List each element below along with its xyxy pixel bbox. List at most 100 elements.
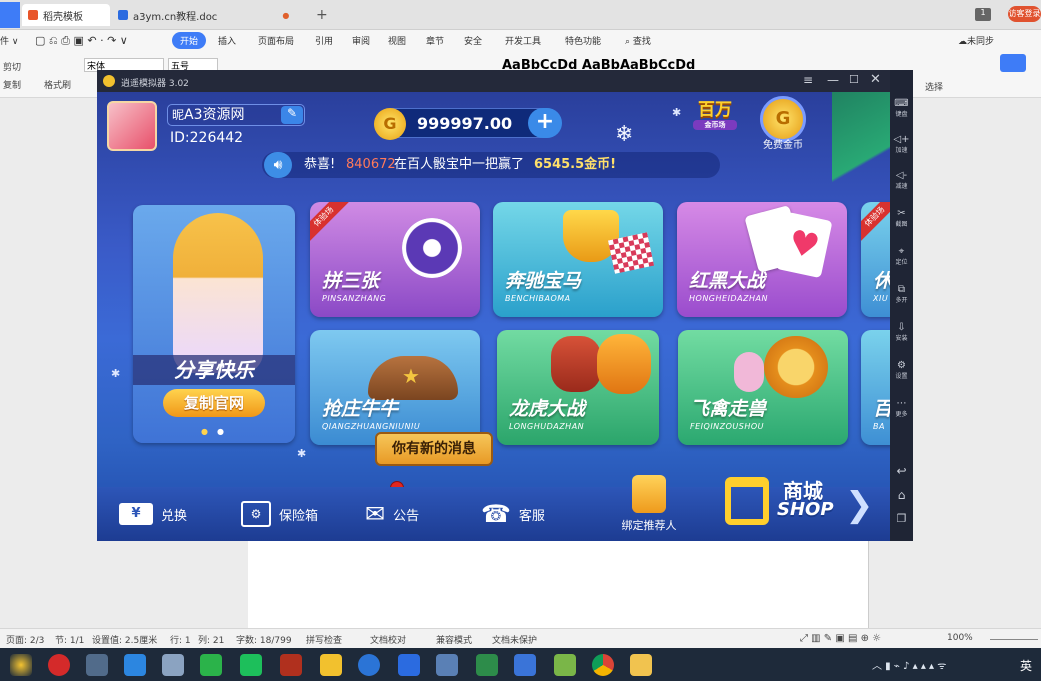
- tab-insert[interactable]: 插入: [218, 34, 236, 47]
- add-coins-button[interactable]: +: [528, 108, 562, 138]
- copy-website-button[interactable]: 复制官网: [163, 389, 265, 417]
- game-card-pinsanzhang[interactable]: 体验场 拼三张 PINSANZHANG: [310, 202, 480, 317]
- cloud-app-taskbar-icon[interactable]: [514, 654, 536, 676]
- tab-features[interactable]: 特色功能: [565, 34, 601, 47]
- game-app-icon[interactable]: [280, 654, 302, 676]
- maximize-icon[interactable]: ☐: [849, 73, 859, 86]
- home-icon[interactable]: ⌂: [890, 488, 913, 502]
- game-card-feiqinzoushou[interactable]: 飞禽走兽 FEIQINZOUSHOU: [678, 330, 848, 445]
- location-tool[interactable]: ⌖ 定位: [890, 246, 913, 266]
- new-tab-button[interactable]: +: [310, 4, 332, 26]
- customer-service-button[interactable]: ☎ 客服: [481, 487, 545, 541]
- window-count-badge[interactable]: 1: [975, 8, 991, 21]
- poker-chip-icon: [402, 218, 462, 278]
- tab-view[interactable]: 视图: [388, 34, 406, 47]
- carousel-dot[interactable]: ●: [217, 427, 224, 436]
- k-app-icon[interactable]: [358, 654, 380, 676]
- document-page[interactable]: [248, 540, 868, 628]
- location-pin-icon: ⌖: [898, 246, 905, 257]
- folder-icon[interactable]: [630, 654, 652, 676]
- chrome-icon[interactable]: [592, 654, 614, 676]
- keyboard-icon: ⌨: [894, 98, 909, 109]
- avatar[interactable]: [107, 101, 157, 151]
- search-button[interactable]: ⌕ 查找: [625, 34, 651, 47]
- page-indicator[interactable]: 页面: 2/3: [6, 633, 44, 646]
- settings-tool[interactable]: ⚙ 设置: [890, 360, 913, 380]
- start-icon[interactable]: [10, 654, 32, 676]
- game-card-qiangzhuangniuniu[interactable]: ★ 抢庄牛牛 QIANGZHUANGNIUNIU: [310, 330, 480, 445]
- back-icon[interactable]: ↩: [890, 464, 913, 478]
- keyboard-tool[interactable]: ⌨ 键盘: [890, 98, 913, 118]
- shop-button[interactable]: 商城 SHOP ❯: [725, 473, 885, 539]
- close-tab-icon[interactable]: ●: [282, 11, 289, 20]
- zoom-level[interactable]: 100%: [947, 633, 973, 643]
- wechat-icon[interactable]: [200, 654, 222, 676]
- new-message-bubble[interactable]: 你有新的消息: [375, 432, 493, 466]
- tab-references[interactable]: 引用: [315, 34, 333, 47]
- install-tool[interactable]: ⇩ 安装: [890, 322, 913, 342]
- notepad-icon[interactable]: [436, 654, 458, 676]
- zoom-slider[interactable]: [990, 639, 1038, 640]
- cloud-sync[interactable]: ☁未同步: [958, 34, 994, 47]
- select-button[interactable]: 选择: [925, 80, 943, 93]
- screenshot-tool[interactable]: ✂ 截图: [890, 208, 913, 228]
- sidebar-label: 加速: [895, 147, 908, 154]
- game-title: 拼三张: [322, 270, 380, 292]
- video-player-icon[interactable]: [240, 654, 262, 676]
- close-icon[interactable]: ✕: [870, 72, 881, 87]
- cloud-app-icon[interactable]: [1000, 54, 1026, 72]
- android-icon[interactable]: [554, 654, 576, 676]
- tab-document[interactable]: a3ym.cn教程.doc ●: [112, 4, 302, 26]
- promo-banner[interactable]: 分享快乐 复制官网 ● ●: [133, 205, 295, 443]
- edit-name-button[interactable]: ✎: [281, 106, 303, 124]
- game-card-longhudazhan[interactable]: 龙虎大战 LONGHUDAZHAN: [497, 330, 659, 445]
- volume-down-tool[interactable]: ◁- 减速: [890, 170, 913, 190]
- home-tab[interactable]: [0, 2, 20, 28]
- format-painter-button[interactable]: 格式刷: [44, 78, 71, 91]
- proofread-button[interactable]: 文档校对: [370, 633, 406, 646]
- game-card-xiu[interactable]: 体验场 休 XIU: [861, 202, 890, 317]
- free-coins-button[interactable]: G 免费金币: [753, 96, 813, 154]
- game-card-benchibaoma[interactable]: 奔驰宝马 BENCHIBAOMA: [493, 202, 663, 317]
- tab-docer-template[interactable]: 稻壳模板: [22, 4, 110, 26]
- safe-button[interactable]: ⚙ 保险箱: [241, 487, 318, 541]
- tab-review[interactable]: 审阅: [352, 34, 370, 47]
- doc-protect-button[interactable]: 文档未保护: [492, 633, 537, 646]
- million-button[interactable]: 百万 金币场: [693, 100, 737, 148]
- ime-indicator[interactable]: 英: [1020, 657, 1032, 674]
- emulator-window: 逍遥模拟器 3.02 ≡ — ☐ ✕ « ✱ ✱ ✱ ❄ 昵A3资源网 ✎ ID…: [97, 70, 913, 541]
- emulator-app-icon[interactable]: [320, 654, 342, 676]
- wps-writer-icon[interactable]: [398, 654, 420, 676]
- recent-apps-icon[interactable]: ❐: [890, 512, 913, 525]
- announcement-button[interactable]: ✉ 公告: [365, 487, 419, 541]
- system-tray-icons[interactable]: ︿ ▮ ⌁ ♪ ▴ ▴ ▴ ᯤ: [872, 657, 946, 672]
- monitor-icon[interactable]: [162, 654, 184, 676]
- more-tool[interactable]: ⋯ 更多: [890, 398, 913, 418]
- game-card-hongheidazhan[interactable]: ♥ 红黑大战 HONGHEIDAZHAN: [677, 202, 847, 317]
- file-menu[interactable]: 件 ∨: [0, 34, 18, 47]
- spreadsheet-icon[interactable]: [476, 654, 498, 676]
- tab-chapter[interactable]: 章节: [426, 34, 444, 47]
- word-count[interactable]: 字数: 18/799: [236, 633, 292, 646]
- carousel-dot-active[interactable]: ●: [201, 427, 208, 436]
- menu-icon[interactable]: ≡: [803, 73, 813, 87]
- netease-music-icon[interactable]: [48, 654, 70, 676]
- tab-page-layout[interactable]: 页面布局: [258, 34, 294, 47]
- computer-icon[interactable]: [86, 654, 108, 676]
- tab-security[interactable]: 安全: [464, 34, 482, 47]
- view-mode-icons[interactable]: ⤢ ▥ ✎ ▣ ▤ ⊕ ☼: [800, 633, 881, 644]
- game-card-bai[interactable]: 百 BA: [861, 330, 890, 445]
- volume-up-tool[interactable]: ◁+ 加速: [890, 134, 913, 154]
- tab-developer[interactable]: 开发工具: [505, 34, 541, 47]
- spell-check-button[interactable]: 拼写检查: [306, 633, 342, 646]
- login-button[interactable]: 访客登录: [1008, 6, 1041, 22]
- cut-button[interactable]: 剪切: [3, 60, 21, 73]
- multi-instance-tool[interactable]: ⧉ 多开: [890, 284, 913, 304]
- quick-access-toolbar: ▢ ⎌ ⎙ ▣ ↶ · ↷ ∨: [35, 34, 128, 47]
- tab-home[interactable]: 开始: [172, 32, 207, 49]
- copy-button[interactable]: 复制: [3, 78, 21, 91]
- video-icon[interactable]: [124, 654, 146, 676]
- minimize-icon[interactable]: —: [827, 73, 839, 87]
- exchange-button[interactable]: ¥ 兑换: [119, 487, 187, 541]
- bind-referrer-button[interactable]: 绑定推荐人: [605, 475, 693, 539]
